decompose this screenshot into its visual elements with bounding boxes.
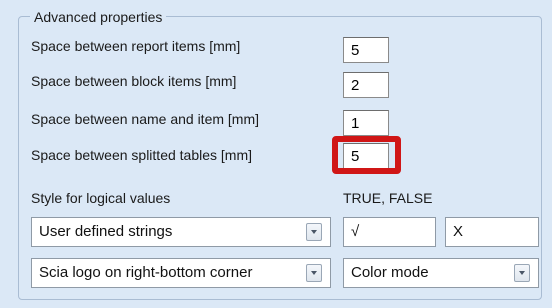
space-report-items-label: Space between report items [mm] bbox=[31, 38, 241, 54]
logo-position-value: Scia logo on right-bottom corner bbox=[39, 264, 253, 281]
color-mode-value: Color mode bbox=[351, 264, 429, 281]
highlight-box bbox=[332, 136, 401, 174]
color-mode-select[interactable]: Color mode bbox=[343, 258, 539, 288]
group-title: Advanced properties bbox=[30, 8, 167, 26]
chevron-down-icon[interactable] bbox=[306, 264, 322, 282]
space-report-items-input[interactable]: 5 bbox=[343, 37, 389, 63]
logical-style-select[interactable]: User defined strings bbox=[31, 217, 331, 247]
chevron-down-icon[interactable] bbox=[514, 264, 530, 282]
space-block-items-label: Space between block items [mm] bbox=[31, 73, 237, 89]
false-string-input[interactable]: X bbox=[445, 217, 539, 247]
logo-position-select[interactable]: Scia logo on right-bottom corner bbox=[31, 258, 331, 288]
space-block-items-input[interactable]: 2 bbox=[343, 72, 389, 98]
true-string-input[interactable]: √ bbox=[343, 217, 436, 247]
true-false-label: TRUE, FALSE bbox=[343, 190, 433, 206]
space-splitted-tables-label: Space between splitted tables [mm] bbox=[31, 147, 253, 163]
space-name-item-label: Space between name and item [mm] bbox=[31, 111, 260, 127]
style-logical-values-label: Style for logical values bbox=[31, 190, 171, 206]
chevron-down-icon[interactable] bbox=[306, 223, 322, 241]
logical-style-value: User defined strings bbox=[39, 223, 173, 240]
space-name-item-input[interactable]: 1 bbox=[343, 110, 389, 136]
advanced-properties-panel: Advanced properties Space between report… bbox=[0, 0, 552, 308]
